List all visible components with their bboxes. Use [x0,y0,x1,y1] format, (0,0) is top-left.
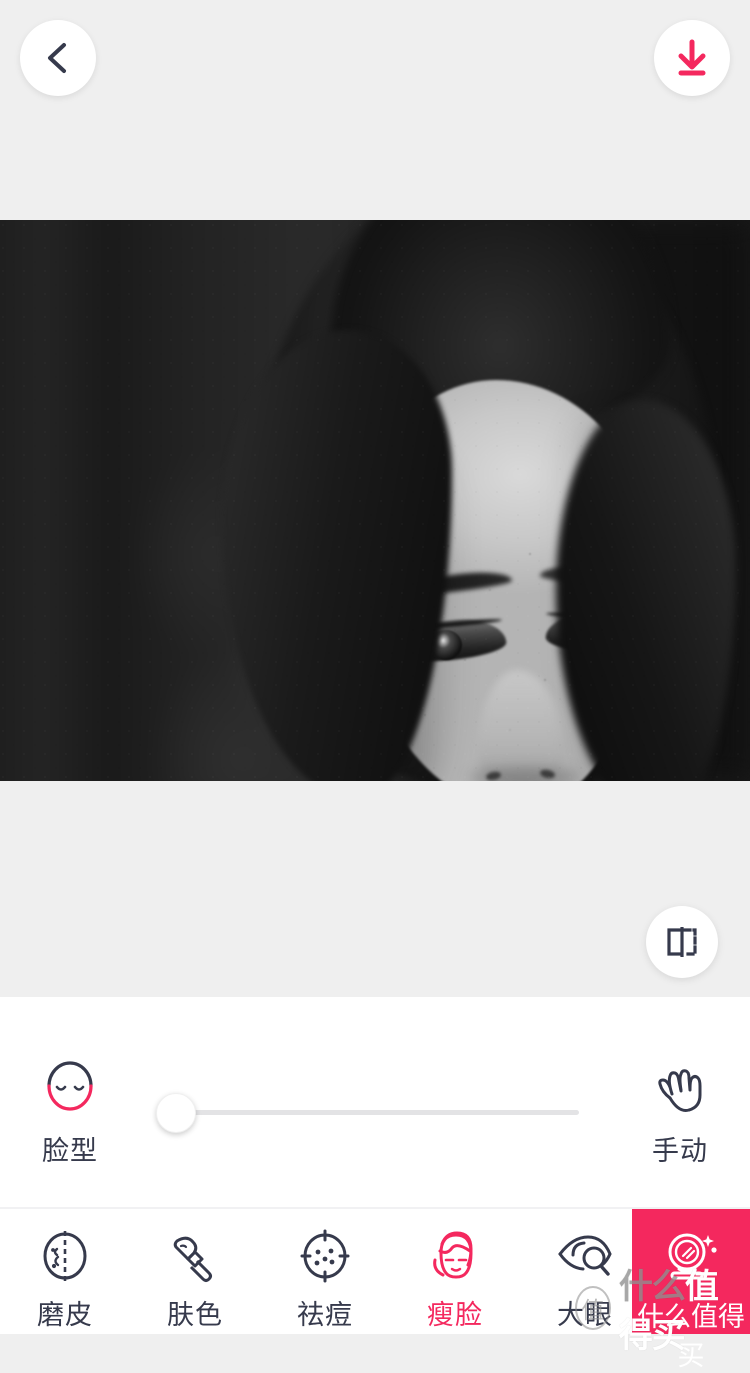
toolbar-item-label: 肤色 [167,1300,223,1330]
tool-face-shape[interactable]: 脸型 [15,1055,125,1168]
portrait-photo [0,220,750,781]
beauty-editor-screen: 脸型 手动 磨皮 肤色 祛痘 瘦脸 大眼 什么值得买 值 什么值得买 [0,0,750,1371]
download-icon [678,39,706,76]
toolbar-item-label: 大眼 [557,1300,613,1330]
top-bar [0,0,750,220]
toolbar-item-label: 磨皮 [37,1300,93,1330]
face-slim-icon [390,1227,520,1285]
toolbar-item-skin-tone[interactable]: 肤色 [130,1209,260,1334]
slider-track [156,1110,579,1115]
toolbar-item-skin-smooth[interactable]: 磨皮 [0,1209,130,1334]
compare-split-icon [667,927,697,957]
toolbar-item-acne[interactable]: 祛痘 [260,1209,390,1334]
beauty-toolbar: 磨皮 肤色 祛痘 瘦脸 大眼 什么值得买 [0,1209,750,1371]
acne-target-icon [260,1227,390,1285]
tool-manual-label: 手动 [652,1136,708,1166]
chevron-left-icon [48,43,66,73]
toolbar-item-label: 祛痘 [297,1300,353,1330]
intensity-slider[interactable] [156,1093,579,1133]
photo-canvas[interactable] [0,220,750,781]
adjust-row: 脸型 手动 [0,997,750,1207]
manual-hand-icon [625,1055,735,1117]
vanity-mirror-icon [632,1229,750,1287]
compare-before-after-button[interactable] [646,906,718,978]
tool-manual[interactable]: 手动 [625,1055,735,1168]
face-shape-icon [15,1055,125,1117]
toolbar-item-face-slim[interactable]: 瘦脸 [390,1209,520,1334]
bottom-panel: 脸型 手动 磨皮 肤色 祛痘 瘦脸 大眼 什么值得买 [0,997,750,1371]
toolbar-item-label: 什么值得买 [637,1302,745,1371]
makeup-brush-icon [130,1227,260,1285]
slider-knob[interactable] [156,1093,196,1133]
back-button[interactable] [20,20,96,96]
toolbar-item-beauty-makeup[interactable]: 什么值得买 [632,1209,750,1371]
tool-face-shape-label: 脸型 [42,1136,98,1166]
download-button[interactable] [654,20,730,96]
big-eye-icon [520,1227,650,1285]
skin-smooth-icon [0,1227,130,1285]
toolbar-item-label: 瘦脸 [427,1300,483,1330]
toolbar-item-big-eye[interactable]: 大眼 [520,1209,650,1334]
